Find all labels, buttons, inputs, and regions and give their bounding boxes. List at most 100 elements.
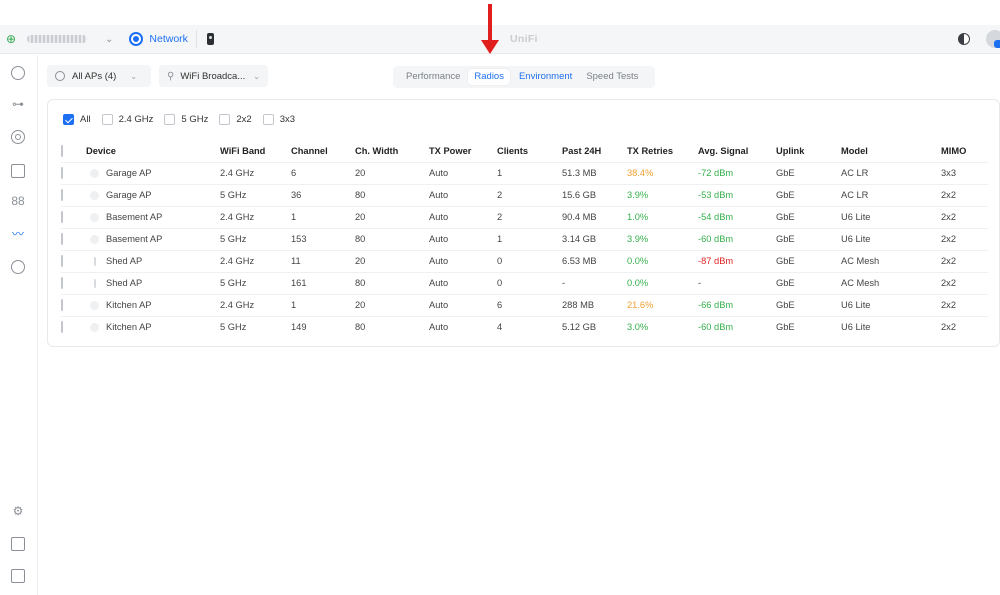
- col-mimo[interactable]: MIMO: [941, 140, 988, 162]
- channel-cell: 1: [291, 205, 355, 228]
- table-row[interactable]: Shed AP 5 GHz 161 80 Auto 0-0.0% - GbE AC Mesh 2x…: [61, 271, 988, 294]
- network-app-icon: [129, 32, 144, 46]
- uplink-cell: GbE: [776, 205, 841, 228]
- wifi-band-cell: 2.4 GHz: [220, 205, 291, 228]
- ch-width-cell: 80: [355, 271, 429, 294]
- network-app-button[interactable]: Network: [129, 28, 188, 50]
- col-tx-retries[interactable]: TX Retries: [627, 140, 698, 162]
- past-24h-cell: -: [562, 271, 627, 294]
- device-cell[interactable]: Shed AP: [86, 249, 220, 272]
- device-name: Garage AP: [106, 168, 152, 178]
- row-checkbox[interactable]: [61, 277, 63, 289]
- theme-toggle-icon[interactable]: [958, 33, 970, 45]
- device-cell[interactable]: Garage AP: [86, 183, 220, 206]
- device-cell[interactable]: Kitchen AP: [86, 315, 220, 338]
- tab-performance[interactable]: Performance: [400, 69, 466, 85]
- checkbox[interactable]: [164, 114, 176, 125]
- ap-filter-select[interactable]: All APs (4) ⌄: [47, 65, 151, 87]
- radios-table: Device WiFi Band Channel Ch. Width TX Po…: [61, 140, 988, 338]
- logs-icon[interactable]: [11, 537, 25, 551]
- device-cell[interactable]: Kitchen AP: [86, 293, 220, 316]
- checkbox[interactable]: [101, 114, 113, 125]
- radios-card: All 2.4 GHz 5 GHz 2x2 3x3 Device WiFi Ba…: [47, 99, 1000, 347]
- checkbox-checked[interactable]: [63, 114, 74, 125]
- topology-icon[interactable]: ⊶: [11, 97, 25, 111]
- col-channel[interactable]: Channel: [291, 140, 355, 162]
- clients-cell: 0: [497, 271, 562, 294]
- col-past-24h[interactable]: Past 24H: [562, 140, 627, 162]
- device-cell[interactable]: Shed AP: [86, 271, 220, 294]
- chip-5ghz[interactable]: 5 GHz: [164, 114, 208, 125]
- search-icon: ⚲: [167, 70, 175, 82]
- row-checkbox[interactable]: [61, 189, 63, 201]
- radio-manager-icon[interactable]: 〰: [11, 227, 25, 241]
- col-ch-width[interactable]: Ch. Width: [355, 140, 429, 162]
- avg-signal-cell: -60 dBm: [698, 315, 776, 338]
- devices-icon[interactable]: [11, 130, 25, 144]
- past-24h-cell: 51.3 MB: [562, 161, 627, 184]
- table-row[interactable]: Garage AP 5 GHz 36 80 Auto 2 15.6 GB 3.9% -53 dB…: [61, 183, 988, 206]
- checkbox[interactable]: [219, 114, 231, 125]
- table-row[interactable]: Basement AP 2.4 GHz 1 20 Auto 2 90.4 MB 1.0% -54…: [61, 205, 988, 228]
- table-row[interactable]: Kitchen AP 5 GHz 149 80 Auto 4 5.12 GB 3.0% -60 …: [61, 315, 988, 338]
- device-cell[interactable]: Basement AP: [86, 227, 220, 250]
- calendar-icon[interactable]: [11, 569, 25, 583]
- past-24h-cell: 6.53 MB: [562, 249, 627, 272]
- mimo-cell: 2x2: [941, 315, 988, 338]
- col-model[interactable]: Model: [841, 140, 941, 162]
- device-name: Kitchen AP: [106, 300, 152, 310]
- tx-retries-cell: 21.6%: [627, 293, 698, 316]
- checkbox[interactable]: [262, 114, 274, 125]
- tx-power-cell: Auto: [429, 315, 497, 338]
- table-row[interactable]: Kitchen AP 2.4 GHz 1 20 Auto 6 288 MB 21.6% -66 …: [61, 293, 988, 316]
- col-clients[interactable]: Clients: [497, 140, 562, 162]
- avatar-badge: [994, 40, 1000, 48]
- mimo-cell: 2x2: [941, 205, 988, 228]
- row-checkbox[interactable]: [61, 211, 63, 223]
- row-checkbox[interactable]: [61, 167, 63, 179]
- dashboard-icon[interactable]: [11, 66, 25, 80]
- table-row[interactable]: Shed AP 2.4 GHz 11 20 Auto 0 6.53 MB 0.0% -87 dB…: [61, 249, 988, 272]
- tab-radios[interactable]: Radios: [468, 69, 510, 85]
- model-cell: U6 Lite: [841, 205, 941, 228]
- device-cell[interactable]: Garage AP: [86, 161, 220, 184]
- tab-speed-tests[interactable]: Speed Tests: [580, 69, 644, 85]
- row-checkbox[interactable]: [61, 321, 63, 334]
- insights-icon[interactable]: [11, 260, 25, 274]
- ssid-filter-select[interactable]: ⚲ WiFi Broadca... ⌄: [159, 65, 268, 87]
- client-devices-icon[interactable]: [11, 164, 25, 178]
- col-wifi-band[interactable]: WiFi Band: [220, 140, 291, 162]
- col-uplink[interactable]: Uplink: [776, 140, 841, 162]
- device-icon[interactable]: [206, 33, 214, 45]
- tx-power-cell: Auto: [429, 249, 497, 272]
- device-cell[interactable]: Basement AP: [86, 205, 220, 228]
- tx-power-cell: Auto: [429, 271, 497, 294]
- table-row[interactable]: Garage AP 2.4 GHz 6 20 Auto 1 51.3 MB 38.4% -72 …: [61, 161, 988, 184]
- band-filter-chips: All 2.4 GHz 5 GHz 2x2 3x3: [63, 114, 306, 125]
- globe-icon[interactable]: ⊕: [4, 32, 18, 46]
- row-checkbox[interactable]: [61, 255, 63, 267]
- site-chevron-down-icon[interactable]: ⌄: [105, 34, 113, 45]
- site-name-redacted[interactable]: [27, 35, 87, 43]
- clients-cell: 4: [497, 315, 562, 338]
- col-device[interactable]: Device: [86, 140, 220, 162]
- chip-label: 2.4 GHz: [118, 114, 154, 125]
- channel-cell: 153: [291, 227, 355, 250]
- tx-power-cell: Auto: [429, 161, 497, 184]
- row-checkbox[interactable]: [61, 233, 63, 245]
- col-tx-power[interactable]: TX Power: [429, 140, 497, 162]
- chip-2x2[interactable]: 2x2: [219, 114, 252, 125]
- chip-3x3[interactable]: 3x3: [262, 114, 295, 125]
- col-avg-signal[interactable]: Avg. Signal: [698, 140, 776, 162]
- row-checkbox[interactable]: [61, 299, 63, 311]
- table-row[interactable]: Basement AP 5 GHz 153 80 Auto 1 3.14 GB 3.9% -60…: [61, 227, 988, 250]
- settings-icon[interactable]: ⚙: [11, 504, 25, 518]
- channel-cell: 11: [291, 249, 355, 272]
- chip-all[interactable]: All: [63, 114, 91, 125]
- tab-environment[interactable]: Environment: [513, 69, 578, 85]
- statistics-icon[interactable]: 88: [11, 194, 25, 208]
- device-name: Garage AP: [106, 190, 152, 200]
- select-all-checkbox[interactable]: [61, 144, 63, 157]
- chip-2-4ghz[interactable]: 2.4 GHz: [101, 114, 154, 125]
- device-name: Basement AP: [106, 212, 163, 222]
